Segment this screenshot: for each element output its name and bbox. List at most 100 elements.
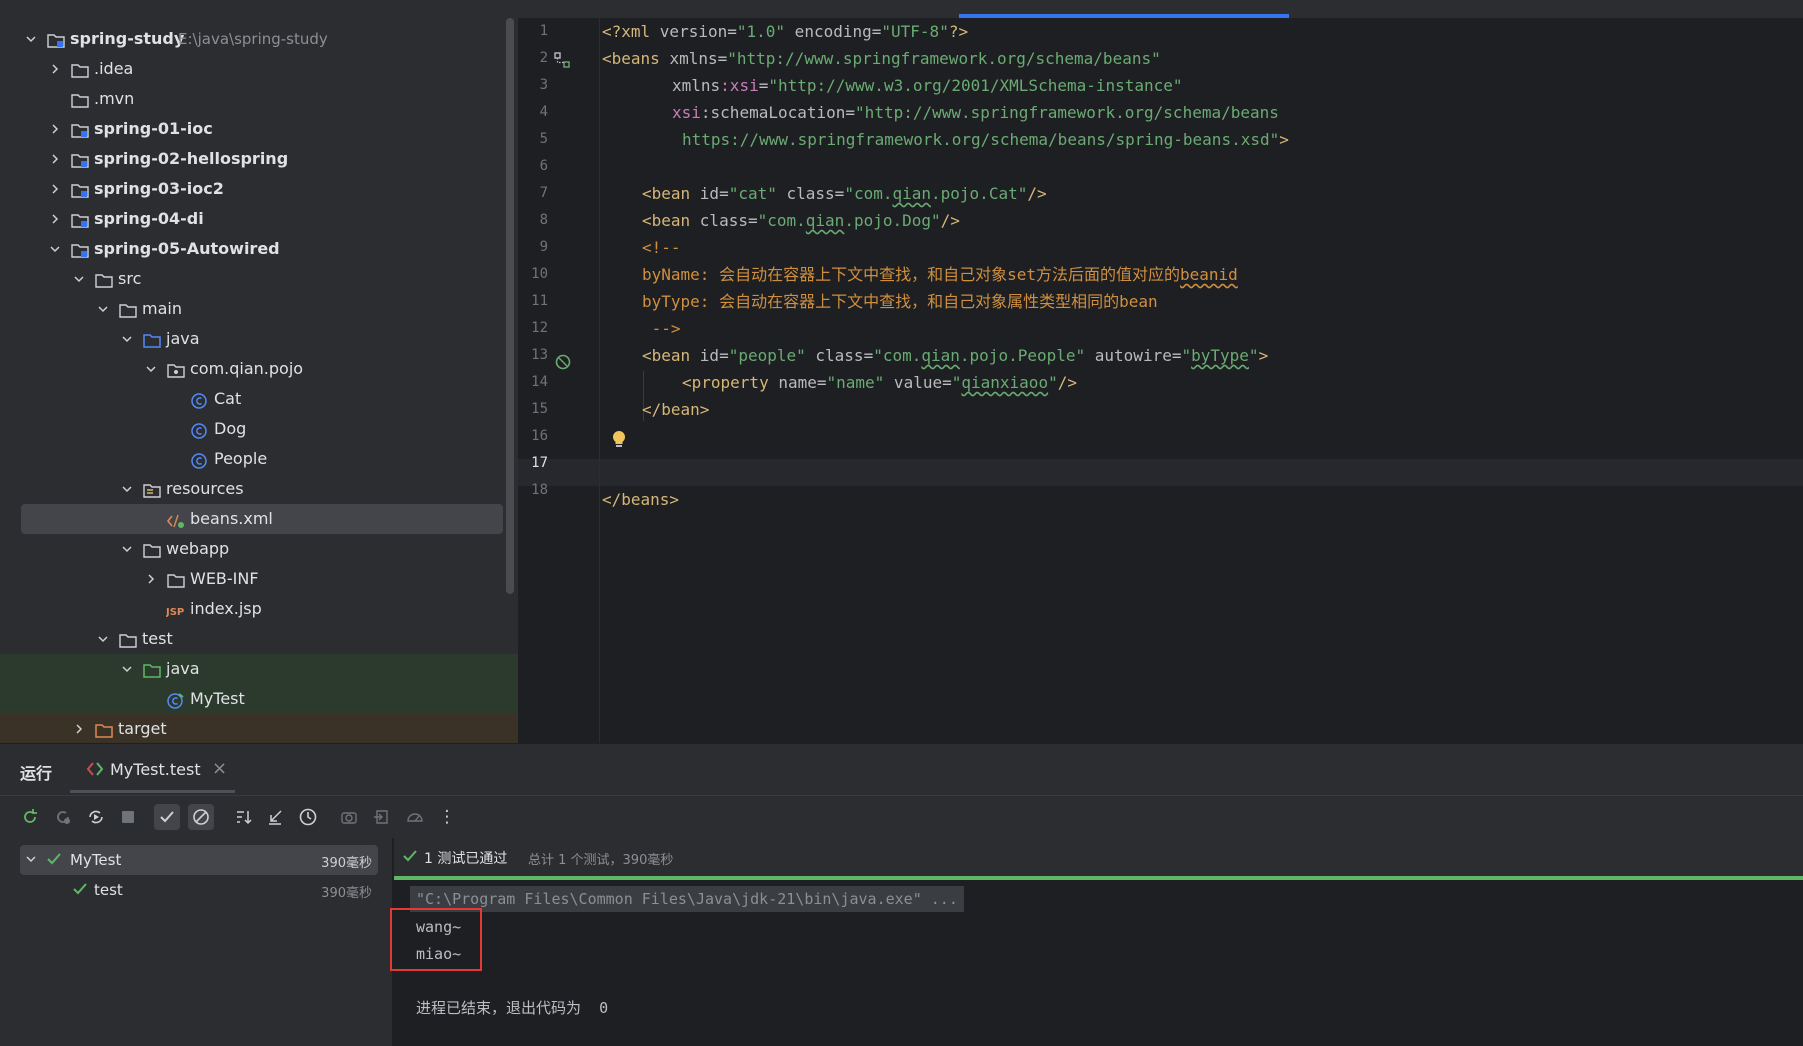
tree-item[interactable]: Cat (0, 384, 518, 414)
line-number[interactable]: 13 (518, 342, 548, 369)
line-number[interactable]: 7 (518, 180, 548, 207)
tree-item[interactable]: spring-03-ioc2 (0, 174, 518, 204)
code-line-11[interactable]: byType: 会自动在容器上下文中查找，和自己对象属性类型相同的bean (642, 288, 1158, 315)
chevron-down-icon[interactable] (120, 654, 134, 684)
line-number[interactable]: 15 (518, 396, 548, 423)
chevron-right-icon[interactable] (48, 54, 62, 84)
code-line-14[interactable]: <property name="name" value="qianxiaoo"/… (682, 369, 1077, 396)
chevron-down-icon[interactable] (96, 624, 110, 654)
stop-icon[interactable] (115, 804, 141, 830)
rerun-icon[interactable] (17, 804, 43, 830)
import-tests-icon[interactable] (369, 804, 395, 830)
code-line-4[interactable]: xsi:schemaLocation="http://www.springfra… (672, 99, 1279, 126)
run-tab-mytest[interactable]: MyTest.test × (70, 744, 235, 793)
tree-item[interactable]: spring-05-Autowired (0, 234, 518, 264)
code-line-9[interactable]: <!-- (642, 234, 681, 261)
code-line-10[interactable]: byName: 会自动在容器上下文中查找，和自己对象set方法后面的值对应的be… (642, 261, 1238, 288)
tree-item[interactable]: People (0, 444, 518, 474)
line-number[interactable]: 18 (518, 477, 548, 504)
test-row-mytest[interactable]: MyTest 390毫秒 (20, 845, 378, 875)
code-line-12[interactable]: --> (642, 315, 681, 342)
tree-item[interactable]: java (0, 654, 518, 684)
line-number[interactable]: 10 (518, 261, 548, 288)
line-number[interactable]: 6 (518, 153, 548, 180)
chevron-right-icon[interactable] (48, 114, 62, 144)
tree-item[interactable]: webapp (0, 534, 518, 564)
line-number[interactable]: 4 (518, 99, 548, 126)
tree-item[interactable]: com.qian.pojo (0, 354, 518, 384)
tree-item[interactable]: spring-04-di (0, 204, 518, 234)
show-ignored-icon[interactable] (188, 804, 214, 830)
chevron-right-icon[interactable] (48, 174, 62, 204)
line-number[interactable]: 2 (518, 45, 548, 72)
tree-item[interactable]: src (0, 264, 518, 294)
line-number[interactable]: 16 (518, 423, 548, 450)
code-line-13[interactable]: <bean id="people" class="com.qian.pojo.P… (642, 342, 1268, 369)
tree-item[interactable]: .idea (0, 54, 518, 84)
code-token: = (727, 22, 737, 41)
tree-item[interactable]: beans.xml (21, 504, 503, 534)
code-line-1[interactable]: <?xml version="1.0" encoding="UTF-8"?> (602, 18, 968, 45)
chevron-down-icon[interactable] (72, 264, 86, 294)
console-output[interactable]: 1 测试已通过 总计 1 个测试，390毫秒 "C:\Program Files… (390, 838, 1803, 1046)
code-line-5[interactable]: https://www.springframework.org/schema/b… (682, 126, 1289, 153)
chevron-down-icon[interactable] (144, 354, 158, 384)
line-number[interactable]: 9 (518, 234, 548, 261)
chevron-right-icon[interactable] (48, 144, 62, 174)
tree-item[interactable]: JSP index.jsp (0, 594, 518, 624)
more-options-icon[interactable]: ⋮ (434, 804, 460, 830)
show-passed-icon[interactable] (154, 804, 180, 830)
chevron-right-icon[interactable] (48, 204, 62, 234)
chevron-right-icon[interactable] (72, 714, 86, 744)
line-number[interactable]: 17 (518, 450, 548, 477)
line-number[interactable]: 3 (518, 72, 548, 99)
tree-item[interactable]: WEB-INF (0, 564, 518, 594)
autowire-gutter-icon[interactable] (554, 353, 572, 371)
tree-item[interactable]: test (0, 624, 518, 654)
tree-item[interactable]: target (0, 714, 518, 744)
line-number[interactable]: 12 (518, 315, 548, 342)
tree-item[interactable]: java (0, 324, 518, 354)
code-line-8[interactable]: <bean class="com.qian.pojo.Dog"/> (642, 207, 960, 234)
code-line-15[interactable]: </bean> (642, 396, 709, 423)
test-row-test[interactable]: test 390毫秒 (20, 875, 378, 905)
chevron-down-icon[interactable] (24, 24, 38, 54)
code-line-2[interactable]: <beans xmlns="http://www.springframework… (602, 45, 1161, 72)
code-token: byName: 会自动在容器上下文中查找，和自己对象set方法后面的值对应的 (642, 265, 1180, 284)
rerun-failed-icon[interactable] (50, 804, 76, 830)
chevron-right-icon[interactable] (144, 564, 158, 594)
collapse-all-icon[interactable] (262, 804, 288, 830)
chevron-down-icon[interactable] (120, 474, 134, 504)
tree-item[interactable]: MyTest (0, 684, 518, 714)
spring-bean-gutter-icon[interactable] (553, 51, 571, 69)
line-number[interactable]: 11 (518, 288, 548, 315)
line-number[interactable]: 14 (518, 369, 548, 396)
tree-item[interactable]: resources (0, 474, 518, 504)
test-history-icon[interactable] (295, 804, 321, 830)
chevron-down-icon[interactable] (96, 294, 110, 324)
code-token: <property (682, 373, 779, 392)
lightbulb-icon[interactable] (611, 430, 627, 450)
tree-item[interactable]: .mvn (0, 84, 518, 114)
code-line-18[interactable]: </beans> (602, 486, 679, 513)
coverage-icon[interactable] (402, 804, 428, 830)
toggle-auto-test-icon[interactable] (83, 804, 109, 830)
code-line-7[interactable]: <bean id="cat" class="com.qian.pojo.Cat"… (642, 180, 1047, 207)
chevron-down-icon[interactable] (24, 851, 38, 870)
tree-item[interactable]: Dog (0, 414, 518, 444)
line-number[interactable]: 5 (518, 126, 548, 153)
line-number[interactable]: 8 (518, 207, 548, 234)
chevron-down-icon[interactable] (120, 534, 134, 564)
chevron-down-icon[interactable] (48, 234, 62, 264)
close-icon[interactable]: × (212, 758, 227, 779)
tree-item[interactable]: main (0, 294, 518, 324)
camera-icon[interactable] (336, 804, 362, 830)
tree-item[interactable]: spring-02-hellospring (0, 144, 518, 174)
chevron-down-icon[interactable] (120, 324, 134, 354)
code-token: beanid (1179, 265, 1238, 284)
code-line-3[interactable]: xmlns:xsi="http://www.w3.org/2001/XMLSch… (672, 72, 1183, 99)
line-number[interactable]: 1 (518, 18, 548, 45)
sort-alphabetically-icon[interactable] (230, 804, 256, 830)
tree-item[interactable]: spring-01-ioc (0, 114, 518, 144)
tree-item-root[interactable]: spring-study E:\java\spring-study (0, 24, 518, 54)
